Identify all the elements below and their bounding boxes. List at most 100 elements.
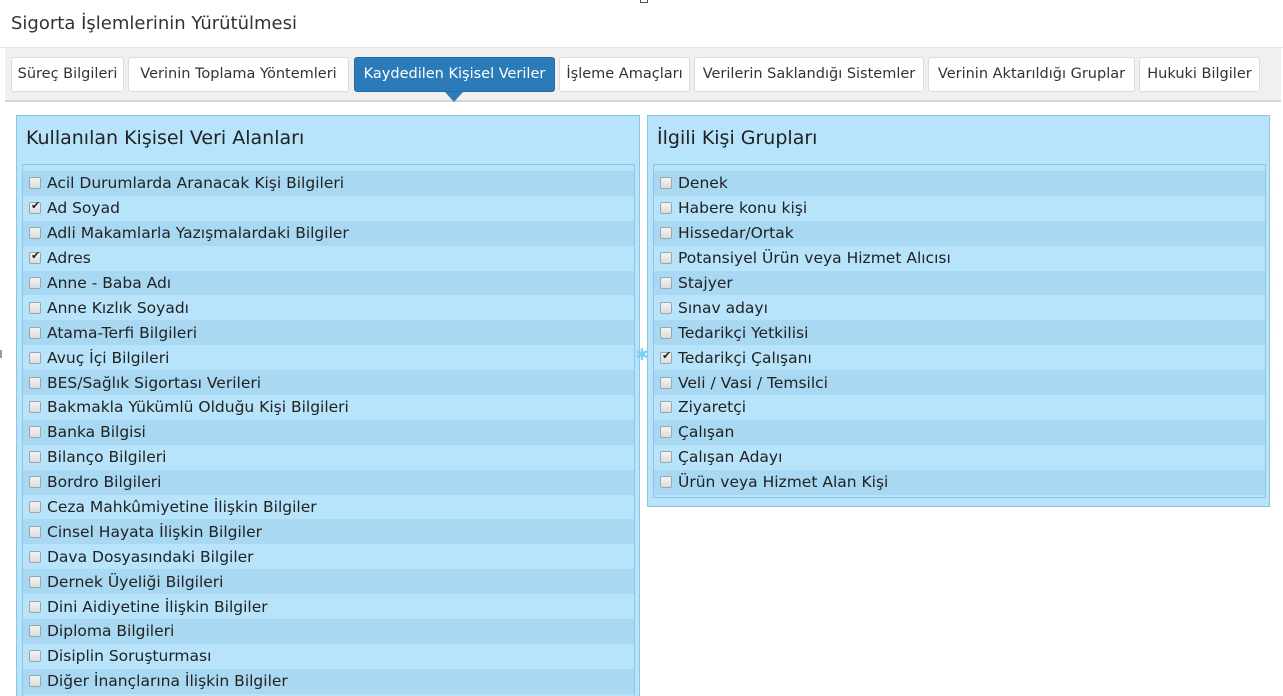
list-item[interactable]: Ürün veya Hizmet Alan Kişi xyxy=(654,469,1265,495)
checkbox[interactable] xyxy=(29,550,41,563)
list-item[interactable]: Adres xyxy=(23,245,634,271)
list-item[interactable]: Tedarikçi Çalışanı xyxy=(654,345,1265,371)
resize-handle[interactable] xyxy=(0,350,2,358)
checkbox[interactable] xyxy=(29,650,41,663)
list-item[interactable]: Veli / Vasi / Temsilci xyxy=(654,370,1265,396)
tab-kaydedilen-kisisel-veriler[interactable]: Kaydedilen Kişisel Veriler xyxy=(354,57,555,92)
list-item-label: Çalışan Adayı xyxy=(678,448,783,467)
checkbox[interactable] xyxy=(29,575,41,588)
checkbox[interactable] xyxy=(660,426,672,439)
checkbox[interactable] xyxy=(29,451,41,464)
list-item[interactable]: Hissedar/Ortak xyxy=(654,220,1265,246)
checkbox[interactable] xyxy=(29,376,41,389)
list-item[interactable]: Dini Aidiyetine İlişkin Bilgiler xyxy=(23,594,634,620)
personal-data-fields-list: Acil Durumlarda Aranacak Kişi Bilgileri A… xyxy=(22,164,635,696)
list-item[interactable]: Çalışan xyxy=(654,419,1265,445)
checkbox-checked[interactable] xyxy=(29,249,41,265)
checkbox[interactable] xyxy=(29,600,41,613)
tab-isleme-amaclari[interactable]: İşleme Amaçları xyxy=(559,57,690,92)
list-item-label: Disiplin Soruşturması xyxy=(47,647,212,666)
list-item[interactable]: Adli Makamlarla Yazışmalardaki Bilgiler xyxy=(23,220,634,246)
list-item-label: Habere konu kişi xyxy=(678,199,808,218)
list-item-label: Dava Dosyasındaki Bilgiler xyxy=(47,547,254,566)
list-item-label: Ürün veya Hizmet Alan Kişi xyxy=(678,473,889,492)
list-item-label: Diğer İnançlarına İlişkin Bilgiler xyxy=(47,672,288,691)
tab-surec-bilgileri[interactable]: Süreç Bilgileri xyxy=(11,57,124,92)
list-item[interactable]: Denek xyxy=(654,171,1265,196)
list-item[interactable]: Stajyer xyxy=(654,270,1265,296)
checkbox[interactable] xyxy=(660,401,672,414)
checkbox[interactable] xyxy=(29,476,41,489)
list-item[interactable]: BES/Sağlık Sigortası Verileri xyxy=(23,370,634,396)
list-item-label: Diploma Bilgileri xyxy=(47,622,175,641)
checkbox[interactable] xyxy=(660,177,672,190)
checkbox[interactable] xyxy=(29,525,41,538)
list-item-label: Dernek Üyeliği Bilgileri xyxy=(47,572,224,591)
tab-verilerin-saklandigi-sistemler[interactable]: Verilerin Saklandığı Sistemler xyxy=(694,57,924,92)
list-item[interactable]: Çalışan Adayı xyxy=(654,444,1265,470)
list-item[interactable]: Banka Bilgisi xyxy=(23,419,634,445)
list-item[interactable]: Atama-Terfi Bilgileri xyxy=(23,320,634,346)
list-item-label: Sınav adayı xyxy=(678,298,768,317)
list-item[interactable]: Tedarikçi Yetkilisi xyxy=(654,320,1265,346)
tab-verinin-aktarildigi-gruplar[interactable]: Verinin Aktarıldığı Gruplar xyxy=(928,57,1135,92)
personal-data-fields-panel: Kullanılan Kişisel Veri Alanları Acil Du… xyxy=(16,115,640,696)
checkbox[interactable] xyxy=(29,625,41,638)
checkbox[interactable] xyxy=(29,401,41,414)
list-item[interactable]: Anne Kızlık Soyadı xyxy=(23,295,634,321)
page: Sigorta İşlemlerinin Yürütülmesi Süreç B… xyxy=(0,0,1283,696)
list-item-label: Adli Makamlarla Yazışmalardaki Bilgiler xyxy=(47,224,349,243)
list-item[interactable]: Bilanço Bilgileri xyxy=(23,444,634,470)
checkbox[interactable] xyxy=(660,301,672,314)
list-item[interactable]: Ad Soyad xyxy=(23,195,634,221)
list-item[interactable]: Bakmakla Yükümlü Olduğu Kişi Bilgileri xyxy=(23,395,634,420)
list-item-label: Adres xyxy=(47,249,91,268)
list-item[interactable]: Disiplin Soruşturması xyxy=(23,643,634,669)
list-item[interactable]: Ceza Mahkûmiyetine İlişkin Bilgiler xyxy=(23,494,634,520)
checkbox[interactable] xyxy=(29,277,41,289)
checkbox[interactable] xyxy=(660,376,672,389)
list-item[interactable]: Acil Durumlarda Aranacak Kişi Bilgileri xyxy=(23,171,634,196)
list-item[interactable]: Habere konu kişi xyxy=(654,195,1265,221)
checkbox[interactable] xyxy=(660,252,672,265)
list-item-label: Ziyaretçi xyxy=(678,398,747,417)
checkbox[interactable] xyxy=(29,501,41,514)
tab-verinin-toplama-yontemleri[interactable]: Verinin Toplama Yöntemleri xyxy=(128,57,349,92)
checkbox[interactable] xyxy=(29,426,41,439)
list-item[interactable]: Bordro Bilgileri xyxy=(23,469,634,495)
tab-hukuki-bilgiler[interactable]: Hukuki Bilgiler xyxy=(1139,57,1260,92)
checkbox[interactable] xyxy=(29,326,41,339)
list-item-label: Ceza Mahkûmiyetine İlişkin Bilgiler xyxy=(47,498,317,517)
checkbox[interactable] xyxy=(660,227,672,240)
list-item-label: Dini Aidiyetine İlişkin Bilgiler xyxy=(47,597,268,616)
list-item[interactable]: Avuç İçi Bilgileri xyxy=(23,345,634,371)
checkbox[interactable] xyxy=(660,202,672,215)
checkbox[interactable] xyxy=(29,351,41,364)
list-item[interactable]: Potansiyel Ürün veya Hizmet Alıcısı xyxy=(654,245,1265,271)
list-item-label: Anne - Baba Adı xyxy=(47,274,172,292)
page-title: Sigorta İşlemlerinin Yürütülmesi xyxy=(11,13,297,34)
list-item-label: Tedarikçi Çalışanı xyxy=(678,348,812,367)
list-item[interactable]: Cinsel Hayata İlişkin Bilgiler xyxy=(23,519,634,545)
related-person-groups-panel: İlgili Kişi Grupları Denek Habere konu ki… xyxy=(647,115,1270,507)
window-header: Sigorta İşlemlerinin Yürütülmesi xyxy=(0,0,1283,48)
list-item[interactable]: Sınav adayı xyxy=(654,295,1265,321)
list-item-label: Stajyer xyxy=(678,274,733,292)
list-item[interactable]: Dava Dosyasındaki Bilgiler xyxy=(23,544,634,570)
checkbox[interactable] xyxy=(660,451,672,464)
list-item[interactable]: Diğer İnançlarına İlişkin Bilgiler xyxy=(23,668,634,694)
list-item[interactable]: Anne - Baba Adı xyxy=(23,270,634,296)
checkbox[interactable] xyxy=(660,277,672,289)
checkbox-checked[interactable] xyxy=(660,349,672,364)
list-item-label: Anne Kızlık Soyadı xyxy=(47,298,189,317)
list-item[interactable]: Ziyaretçi xyxy=(654,395,1265,420)
checkbox[interactable] xyxy=(660,326,672,339)
list-item[interactable]: Dernek Üyeliği Bilgileri xyxy=(23,569,634,595)
list-item[interactable]: Diploma Bilgileri xyxy=(23,619,634,644)
checkbox[interactable] xyxy=(29,177,41,190)
checkbox-checked[interactable] xyxy=(29,199,41,215)
checkbox[interactable] xyxy=(29,301,41,314)
checkbox[interactable] xyxy=(660,476,672,489)
checkbox[interactable] xyxy=(29,227,41,240)
checkbox[interactable] xyxy=(29,675,41,688)
